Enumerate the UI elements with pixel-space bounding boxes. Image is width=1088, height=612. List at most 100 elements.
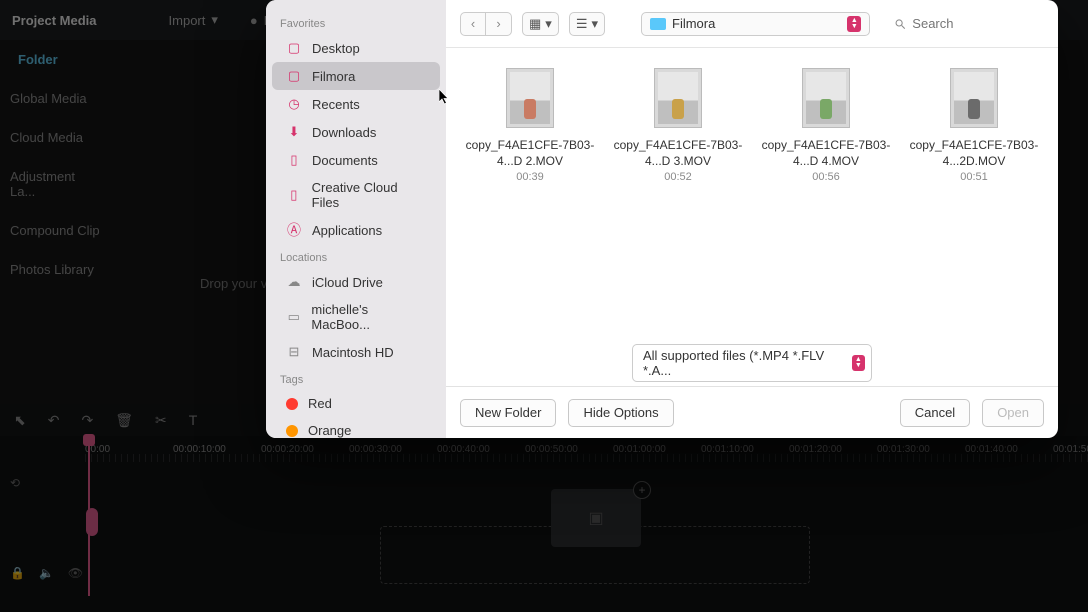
add-clip-icon[interactable]: +: [633, 481, 651, 499]
tag-orange[interactable]: Orange: [272, 417, 440, 438]
time-tick: 00:01:40:00: [965, 444, 1018, 455]
sidebar-item-compound-clip[interactable]: Compound Clip: [0, 211, 110, 250]
cancel-button[interactable]: Cancel: [900, 399, 970, 427]
sidebar-item-cloud-media[interactable]: Cloud Media: [0, 118, 110, 157]
file-duration: 00:51: [960, 171, 988, 183]
favorite-filmora[interactable]: ▢Filmora: [272, 62, 440, 90]
lock-track-icon[interactable]: 🔒: [10, 566, 25, 580]
track-controls: ⟲ 🔒 🔈 👁: [0, 476, 85, 580]
dialog-main: ‹ › ▦▾ ☰▾ Filmora ▲▼ copy_F4AE1CFE-7B03-…: [446, 0, 1058, 438]
dialog-footer: New Folder Hide Options Cancel Open: [446, 386, 1058, 438]
file-name: copy_F4AE1CFE-7B03-4...2D.MOV: [900, 138, 1048, 169]
file-item[interactable]: copy_F4AE1CFE-7B03-4...2D.MOV 00:51: [900, 68, 1048, 324]
file-name: copy_F4AE1CFE-7B03-4...D 2.MOV: [456, 138, 604, 169]
timeline-drop-zone[interactable]: ▣ +: [380, 526, 810, 584]
location-icloud[interactable]: ☁iCloud Drive: [272, 268, 440, 296]
disk-icon: ⊟: [286, 344, 302, 360]
time-tick: 00:00:10:00: [173, 444, 226, 455]
mute-track-icon[interactable]: 🔈: [39, 566, 54, 580]
file-thumbnail: [654, 68, 702, 128]
time-tick: 00:00:50:00: [525, 444, 578, 455]
file-item[interactable]: copy_F4AE1CFE-7B03-4...D 3.MOV 00:52: [604, 68, 752, 324]
favorite-downloads[interactable]: ⬇Downloads: [272, 118, 440, 146]
redo-icon[interactable]: ↷: [81, 412, 93, 429]
tag-dot-icon: [286, 425, 298, 437]
time-tick: 00:01:30:00: [877, 444, 930, 455]
time-tick: 00:00:30:00: [349, 444, 402, 455]
file-item[interactable]: copy_F4AE1CFE-7B03-4...D 4.MOV00:56: [752, 68, 900, 324]
location-macintosh-hd[interactable]: ⊟Macintosh HD: [272, 338, 440, 366]
project-media-tab[interactable]: Project Media: [12, 13, 97, 28]
file-type-filter-row: All supported files (*.MP4 *.FLV *.A... …: [446, 334, 1058, 386]
text-tool-icon[interactable]: T: [189, 412, 198, 428]
view-icon-mode[interactable]: ▦▾: [522, 12, 559, 36]
nav-forward-button[interactable]: ›: [486, 12, 512, 36]
search-field[interactable]: [894, 13, 1044, 35]
grid-icon: ▦: [529, 16, 541, 32]
file-thumbnail: [950, 68, 998, 128]
delete-icon[interactable]: 🗑: [115, 412, 133, 429]
sidebar-item-folder[interactable]: Folder: [0, 40, 110, 79]
location-macbook[interactable]: ▭michelle's MacBoo...: [272, 296, 440, 338]
editor-sidebar: Folder Global Media Cloud Media Adjustme…: [0, 40, 110, 289]
new-folder-button[interactable]: New Folder: [460, 399, 556, 427]
open-file-dialog: Favorites ▢Desktop ▢Filmora ◷Recents ⬇Do…: [266, 0, 1058, 438]
sidebar-item-photos-library[interactable]: Photos Library: [0, 250, 110, 289]
tags-heading: Tags: [266, 366, 446, 390]
drop-hint-text: Drop your vi: [200, 276, 270, 291]
sidebar-item-global-media[interactable]: Global Media: [0, 79, 110, 118]
favorite-creative-cloud[interactable]: ▯Creative Cloud Files: [272, 174, 440, 216]
track-clip[interactable]: [86, 508, 98, 536]
favorite-desktop[interactable]: ▢Desktop: [272, 34, 440, 62]
hide-options-button[interactable]: Hide Options: [568, 399, 673, 427]
undo-icon[interactable]: ↶: [48, 412, 60, 429]
link-tool-icon[interactable]: ⟲: [10, 476, 20, 490]
laptop-icon: ▭: [286, 309, 301, 325]
search-icon: [894, 17, 906, 31]
tag-red[interactable]: Red: [272, 390, 440, 417]
sidebar-item-adjustment-layer[interactable]: Adjustment La...: [0, 157, 110, 211]
file-item[interactable]: copy_F4AE1CFE-7B03-4...D 2.MOV 00:39: [456, 68, 604, 324]
file-duration: 00:52: [664, 171, 692, 183]
time-tick: 00:00:40:00: [437, 444, 490, 455]
folder-icon: [650, 18, 666, 30]
time-tick: 00:01:10:00: [701, 444, 754, 455]
time-tick: 00:01:20:00: [789, 444, 842, 455]
file-type-filter[interactable]: All supported files (*.MP4 *.FLV *.A... …: [632, 344, 872, 382]
dialog-toolbar: ‹ › ▦▾ ☰▾ Filmora ▲▼: [446, 0, 1058, 48]
visibility-track-icon[interactable]: 👁: [68, 566, 83, 580]
file-duration: 00:39: [516, 171, 544, 183]
file-duration: 00:56: [812, 171, 840, 183]
timeline: 00:0000:00:10:0000:00:20:0000:00:30:0000…: [0, 436, 1088, 612]
stepper-icon: ▲▼: [847, 16, 861, 32]
locations-heading: Locations: [266, 244, 446, 268]
import-button[interactable]: Import▾: [169, 12, 218, 28]
tag-dot-icon: [286, 398, 298, 410]
file-grid: copy_F4AE1CFE-7B03-4...D 2.MOV00:39copy_…: [446, 48, 1058, 334]
time-ruler[interactable]: 00:0000:00:10:0000:00:20:0000:00:30:0000…: [0, 436, 1088, 462]
time-tick: 00:01:50:00: [1053, 444, 1088, 455]
favorite-documents[interactable]: ▯Documents: [272, 146, 440, 174]
clip-placeholder-icon: ▣: [551, 489, 641, 547]
view-group-mode[interactable]: ☰▾: [569, 12, 605, 36]
open-button[interactable]: Open: [982, 399, 1044, 427]
time-tick: 00:00:20:00: [261, 444, 314, 455]
document-icon: ▯: [286, 152, 302, 168]
file-thumbnail: [802, 68, 850, 128]
stepper-icon: ▲▼: [852, 355, 865, 371]
file-name: copy_F4AE1CFE-7B03-4...D 3.MOV: [604, 138, 752, 169]
location-dropdown[interactable]: Filmora ▲▼: [641, 12, 870, 36]
favorite-recents[interactable]: ◷Recents: [272, 90, 440, 118]
favorites-heading: Favorites: [266, 10, 446, 34]
cut-icon[interactable]: ✂: [155, 412, 167, 429]
folder-icon: ▢: [286, 68, 302, 84]
download-icon: ⬇: [286, 124, 302, 140]
search-input[interactable]: [912, 16, 1044, 31]
mouse-cursor-icon: [439, 89, 451, 105]
nav-back-button[interactable]: ‹: [460, 12, 486, 36]
clock-icon: ◷: [286, 96, 302, 112]
favorite-applications[interactable]: ⒶApplications: [272, 216, 440, 244]
file-thumbnail: [506, 68, 554, 128]
cursor-tool-icon[interactable]: ⬉: [14, 412, 26, 429]
group-icon: ☰: [576, 16, 588, 32]
